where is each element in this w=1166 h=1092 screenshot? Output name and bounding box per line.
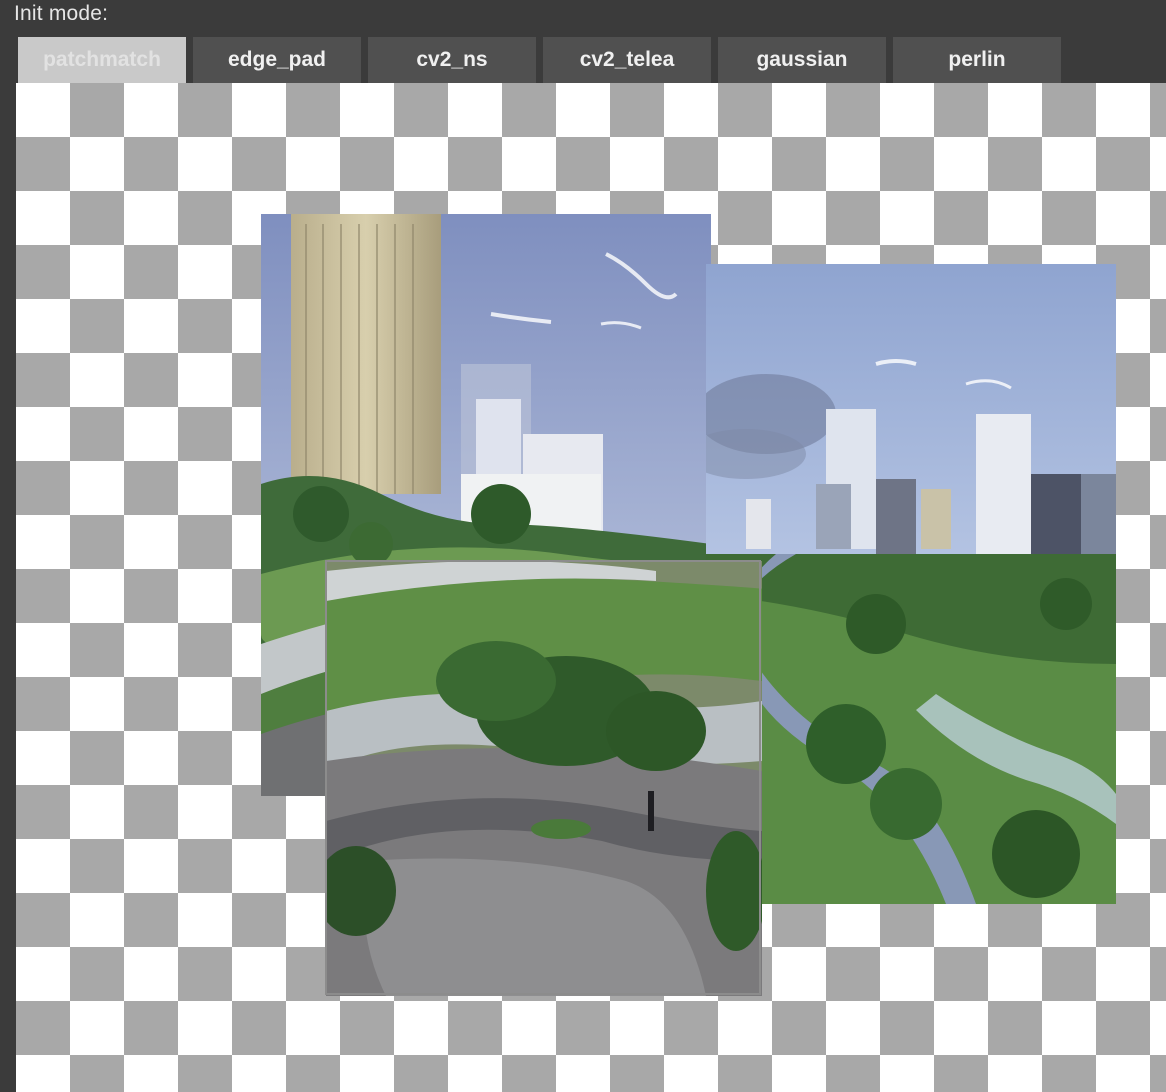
tab-gaussian[interactable]: gaussian (718, 37, 886, 83)
canvas-image-right (706, 264, 1116, 904)
tab-cv2-ns[interactable]: cv2_ns (368, 37, 536, 83)
tab-cv2-telea[interactable]: cv2_telea (543, 37, 711, 83)
init-mode-panel: Init mode: patchmatch edge_pad cv2_ns cv… (0, 0, 1166, 1092)
canvas-image-center (326, 561, 762, 996)
init-mode-label: Init mode: (14, 2, 109, 25)
tab-patchmatch[interactable]: patchmatch (18, 37, 186, 83)
init-mode-tabs: patchmatch edge_pad cv2_ns cv2_telea gau… (18, 37, 1061, 83)
tab-edge-pad[interactable]: edge_pad (193, 37, 361, 83)
tab-perlin[interactable]: perlin (893, 37, 1061, 83)
outpaint-canvas[interactable] (16, 83, 1166, 1092)
